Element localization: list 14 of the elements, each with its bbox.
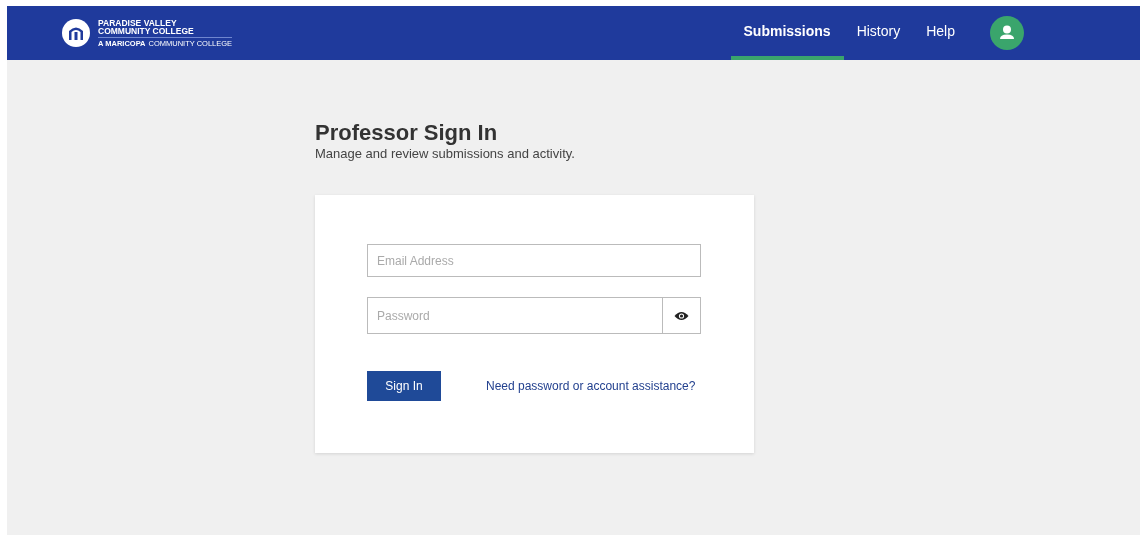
show-password-button[interactable] bbox=[663, 297, 701, 334]
logo-title: PARADISE VALLEY bbox=[98, 18, 178, 27]
page-subtitle: Manage and review submissions and activity. bbox=[315, 146, 576, 161]
eye-icon bbox=[674, 310, 689, 321]
email-field[interactable]: Email Address bbox=[367, 244, 701, 277]
page-title: Professor Sign In bbox=[315, 120, 499, 146]
logo-subtitle: COMMUNITY COLLEGE bbox=[98, 26, 195, 36]
password-field[interactable]: Password bbox=[367, 297, 663, 334]
user-avatar-icon[interactable] bbox=[990, 16, 1024, 50]
nav-tab[interactable]: History bbox=[843, 6, 914, 60]
account-help-link[interactable]: Need password or account assistance? bbox=[486, 377, 696, 395]
nav-tab[interactable]: Help bbox=[913, 6, 968, 60]
sign-in-button[interactable]: Sign In bbox=[367, 371, 441, 401]
arch-logo-icon bbox=[62, 19, 90, 47]
